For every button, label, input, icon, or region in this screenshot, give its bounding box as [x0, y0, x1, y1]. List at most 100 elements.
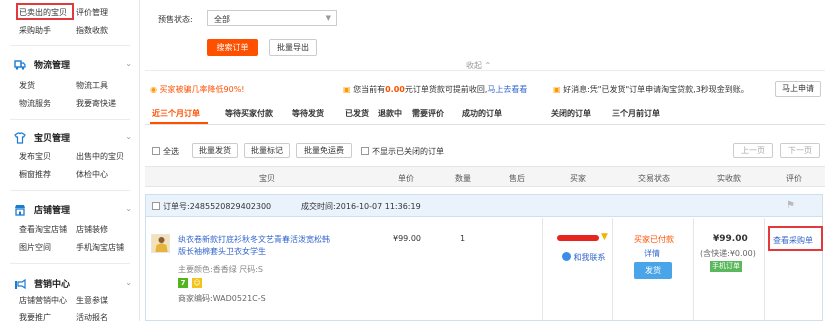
- sidebar-link[interactable]: 体检中心: [76, 169, 108, 180]
- item-attrs: 主要颜色:香香绿 尺码:S: [178, 265, 264, 274]
- truck-icon: [14, 59, 26, 71]
- tab-successful[interactable]: 成功的订单: [462, 108, 502, 119]
- sidebar-link[interactable]: 图片空间: [19, 242, 51, 253]
- service-badge-icon: ☺: [192, 278, 202, 288]
- tab-shipped[interactable]: 已发货: [345, 108, 369, 119]
- seven-day-return-badge: 7: [178, 278, 188, 288]
- notice-funds: ▣ 您当前有0.00元订单货款可提前收回,马上去看看: [343, 85, 528, 94]
- column-divider: [764, 218, 765, 320]
- contact-buyer-link[interactable]: 和我联系: [562, 252, 606, 263]
- col-buyer: 买家: [570, 174, 586, 183]
- notice-loan: ▣ 好消息:凭"已发货"订单申请淘宝贷款,3秒现金到账。: [553, 85, 749, 94]
- sidebar-divider: [10, 190, 130, 191]
- chat-icon: [562, 252, 571, 261]
- col-after-sale: 售后: [509, 174, 525, 183]
- sidebar-section-header[interactable]: 店铺管理 ⌄: [14, 203, 132, 216]
- sidebar-section-title: 物流管理: [34, 61, 71, 71]
- col-review: 评价: [786, 174, 802, 183]
- sidebar-link[interactable]: 查看淘宝店铺: [19, 224, 67, 235]
- flag-icon: [14, 278, 26, 290]
- sidebar-divider: [10, 263, 130, 264]
- order-detail-link[interactable]: 详情: [644, 248, 660, 259]
- order-time: 成交时间:2016-10-07 11:36:19: [301, 202, 421, 211]
- tab-needs-review[interactable]: 需要评价: [412, 108, 444, 119]
- tab-waiting-shipment[interactable]: 等待发货: [292, 108, 324, 119]
- prev-page-button[interactable]: 上一页: [733, 143, 773, 158]
- sidebar-link[interactable]: 我要寄快递: [76, 98, 116, 109]
- sidebar-link-reviews[interactable]: 评价管理: [76, 7, 108, 18]
- select-all-checkbox[interactable]: 全选: [152, 146, 179, 157]
- col-received: 实收款: [717, 174, 741, 183]
- hide-closed-checkbox[interactable]: 不显示已关闭的订单: [361, 146, 444, 157]
- col-quantity: 数量: [455, 174, 471, 183]
- caret-down-icon: ▼: [325, 14, 331, 22]
- item-title-link[interactable]: 纨衣卷新款打底衫秋冬文艺青春活泼宽松韩版长袖棉套头卫衣女学生: [178, 234, 333, 258]
- item-thumbnail[interactable]: [151, 234, 170, 253]
- active-tab-underline: [150, 122, 208, 124]
- column-divider: [542, 218, 543, 320]
- sidebar-link[interactable]: 物流工具: [76, 80, 108, 91]
- speaker-icon: ▣: [553, 85, 561, 94]
- tab-bar: [145, 124, 825, 125]
- chevron-down-icon[interactable]: ⌄: [125, 59, 132, 68]
- checkbox[interactable]: [152, 147, 160, 155]
- sidebar-link[interactable]: 物流服务: [19, 98, 51, 109]
- batch-export-button[interactable]: 批量导出: [269, 39, 317, 56]
- tab-recent-orders[interactable]: 近三个月订单: [152, 108, 200, 119]
- checkbox[interactable]: [152, 202, 160, 210]
- filter-divider: [145, 70, 825, 71]
- sidebar-link-collect[interactable]: 指数收款: [76, 25, 108, 36]
- checkbox[interactable]: [361, 147, 369, 155]
- mobile-order-tag: 手机订单: [710, 261, 742, 272]
- store-icon: [14, 204, 26, 216]
- batch-mark-button[interactable]: 批量标记: [244, 143, 290, 158]
- col-item: 宝贝: [259, 174, 275, 183]
- chevron-down-icon[interactable]: ⌄: [125, 204, 132, 213]
- sidebar-link[interactable]: 出售中的宝贝: [76, 151, 124, 162]
- sidebar-section-header[interactable]: 物流管理 ⌄: [14, 58, 132, 71]
- sidebar-link[interactable]: 店铺装修: [76, 224, 108, 235]
- sidebar-section-title: 店铺管理: [34, 206, 71, 216]
- sidebar-divider: [10, 119, 130, 120]
- sidebar-link[interactable]: 手机淘宝店铺: [76, 242, 124, 253]
- sidebar-link[interactable]: 活动报名: [76, 312, 108, 321]
- sidebar-link[interactable]: 店铺营销中心: [19, 295, 67, 306]
- tab-refunding[interactable]: 退款中: [378, 108, 402, 119]
- order-status: 买家已付款: [634, 235, 674, 244]
- order-number: 2485520829402300: [189, 202, 272, 211]
- see-now-link[interactable]: 马上去看看: [487, 85, 527, 94]
- sidebar-link[interactable]: 我要推广: [19, 312, 51, 321]
- item-price: ¥99.00: [393, 234, 421, 243]
- tab-three-months-ago[interactable]: 三个月前订单: [612, 108, 660, 119]
- presale-label: 预售状态:: [158, 15, 193, 24]
- sidebar: 已卖出的宝贝 评价管理 采购助手 指数收款 物流管理 ⌄ 发货 物流工具 物流服…: [0, 0, 140, 321]
- presale-select[interactable]: 全部 ▼: [207, 10, 337, 26]
- batch-free-shipping-button[interactable]: 批量免运费: [296, 143, 352, 158]
- buyer-name-redacted[interactable]: [557, 235, 599, 241]
- column-divider: [693, 218, 694, 320]
- buyer-level-icon: ▼: [601, 232, 608, 242]
- notice-security: ◉ 买家被骗几率降低90%!: [150, 85, 245, 94]
- shirt-icon: [14, 131, 26, 144]
- sidebar-section-header[interactable]: 宝贝管理 ⌄: [14, 131, 132, 144]
- search-orders-button[interactable]: 搜索订单: [207, 39, 258, 56]
- sidebar-link[interactable]: 生意参谋: [76, 295, 108, 306]
- chevron-down-icon[interactable]: ⌄: [125, 278, 132, 287]
- ship-button[interactable]: 发货: [634, 262, 672, 279]
- sidebar-link[interactable]: 发布宝贝: [19, 151, 51, 162]
- tab-waiting-payment[interactable]: 等待买家付款: [225, 108, 273, 119]
- tab-closed[interactable]: 关闭的订单: [551, 108, 591, 119]
- shipping-included: (含快递:¥0.00): [700, 249, 756, 258]
- order-checkbox[interactable]: 订单号:2485520829402300: [152, 201, 271, 212]
- speaker-icon: ▣: [343, 85, 351, 94]
- sidebar-link-purchase[interactable]: 采购助手: [19, 25, 51, 36]
- batch-ship-button[interactable]: 批量发货: [192, 143, 238, 158]
- sidebar-link[interactable]: 橱窗推荐: [19, 169, 51, 180]
- next-page-button[interactable]: 下一页: [780, 143, 820, 158]
- sidebar-section-header[interactable]: 营销中心 ⌄: [14, 277, 132, 290]
- chevron-down-icon[interactable]: ⌄: [125, 132, 132, 141]
- sidebar-link[interactable]: 发货: [19, 80, 35, 91]
- flag-icon[interactable]: ⚑: [786, 200, 795, 211]
- apply-now-button[interactable]: 马上申请: [775, 81, 821, 97]
- col-status: 交易状态: [638, 174, 670, 183]
